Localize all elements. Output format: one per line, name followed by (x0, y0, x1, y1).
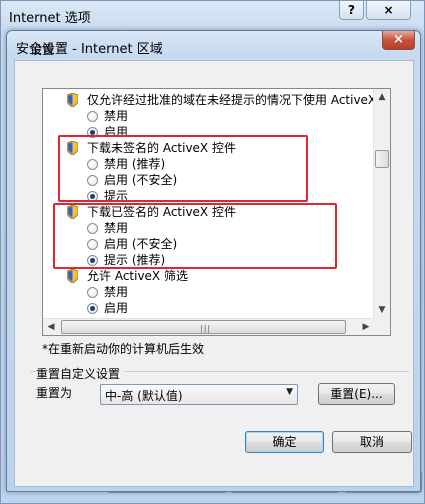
scroll-left-icon[interactable]: ◀ (43, 319, 59, 335)
horizontal-scrollbar[interactable]: ◀ ||| ▶ (43, 318, 374, 335)
reset-button[interactable]: 重置(E)... (318, 383, 395, 405)
restart-note: *在重新启动你的计算机后生效 (42, 342, 205, 356)
reset-level-select[interactable]: 中-高 (默认值) ▼ (100, 384, 298, 405)
vertical-scroll-thumb[interactable] (375, 150, 389, 168)
setting-heading-label: 仅允许经过批准的域在未经提示的情况下使用 ActiveX (87, 93, 377, 107)
settings-label: 设置 (30, 43, 55, 57)
setting-option[interactable]: 禁用 (43, 108, 373, 124)
scroll-up-icon[interactable]: ▲ (374, 89, 390, 105)
setting-option-label: 启用 (104, 301, 129, 315)
scroll-right-icon[interactable]: ▶ (358, 319, 374, 335)
setting-heading: 仅允许经过批准的域在未经提示的情况下使用 ActiveX (43, 92, 377, 108)
vertical-scrollbar[interactable]: ▲ ▼ (373, 89, 390, 318)
setting-heading-label: 允许 ActiveX 筛选 (87, 269, 188, 283)
outer-window-title: Internet 选项 (9, 11, 91, 26)
setting-option[interactable]: 启用 (43, 300, 373, 316)
reset-level-value: 中-高 (默认值) (105, 389, 183, 403)
scroll-down-icon[interactable]: ▼ (374, 302, 390, 318)
setting-option-label: 禁用 (104, 109, 129, 123)
setting-option-label: 禁用 (104, 285, 129, 299)
security-shield-icon (67, 269, 78, 283)
setting-heading: 允许 ActiveX 筛选 (43, 268, 373, 284)
radio-checked[interactable] (87, 303, 98, 314)
outer-help-button[interactable]: ? (339, 1, 364, 20)
ok-button[interactable]: 确定 (245, 431, 324, 453)
horizontal-scroll-thumb[interactable]: ||| (61, 320, 346, 334)
cancel-button[interactable]: 取消 (332, 431, 412, 453)
outer-close-button[interactable]: × (366, 1, 411, 20)
scrollbar-corner (373, 318, 390, 335)
highlight-box-signed (53, 203, 337, 269)
dialog-close-button[interactable]: × (382, 31, 415, 50)
security-shield-icon (67, 93, 78, 107)
reset-group-title: 重置自定义设置 (36, 365, 125, 382)
chevron-down-icon: ▼ (286, 387, 293, 397)
highlight-box-unsigned (58, 135, 308, 202)
setting-option[interactable]: 禁用 (43, 284, 373, 300)
radio-unchecked[interactable] (87, 111, 98, 122)
reset-to-label: 重置为 (36, 386, 73, 400)
radio-unchecked[interactable] (87, 287, 98, 298)
